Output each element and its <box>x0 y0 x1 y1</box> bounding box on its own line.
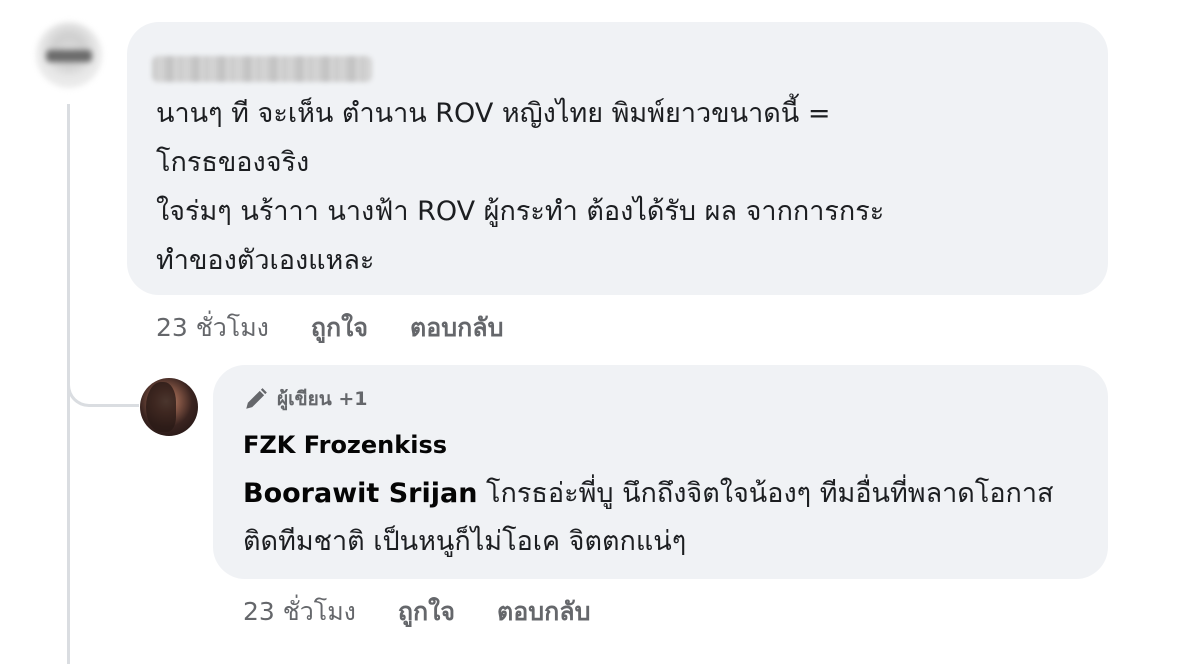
comment-timestamp[interactable]: 23 ชั่วโมง <box>156 308 269 348</box>
reply-button[interactable]: ตอบกลับ <box>410 308 503 348</box>
mention-link[interactable]: Boorawit Srijan <box>243 478 477 509</box>
pencil-icon <box>246 388 267 409</box>
reply-like-button[interactable]: ถูกใจ <box>398 592 455 632</box>
comment-text: นานๆ ที จะเห็น ตำนาน ROV หญิงไทย พิมพ์ยา… <box>156 98 885 276</box>
reply-author-name[interactable]: FZK Frozenkiss <box>243 431 447 459</box>
comment-actions: 23 ชั่วโมง ถูกใจ ตอบกลับ <box>156 308 545 348</box>
reply-actions: 23 ชั่วโมง ถูกใจ ตอบกลับ <box>243 592 632 632</box>
author-badge-label: ผู้เขียน +1 <box>277 388 368 410</box>
thread-branch <box>67 370 139 407</box>
like-button[interactable]: ถูกใจ <box>311 308 368 348</box>
reply-author-avatar[interactable] <box>140 378 198 436</box>
reply-timestamp[interactable]: 23 ชั่วโมง <box>243 592 356 632</box>
reply-reply-button[interactable]: ตอบกลับ <box>497 592 590 632</box>
commenter-name-blurred[interactable] <box>152 56 372 82</box>
author-badge: ผู้เขียน +1 <box>243 384 368 414</box>
commenter-avatar[interactable] <box>36 22 102 88</box>
reply-text: Boorawit Srijan โกรธอ่ะพี่บู นึกถึงจิตใจ… <box>243 470 1083 566</box>
